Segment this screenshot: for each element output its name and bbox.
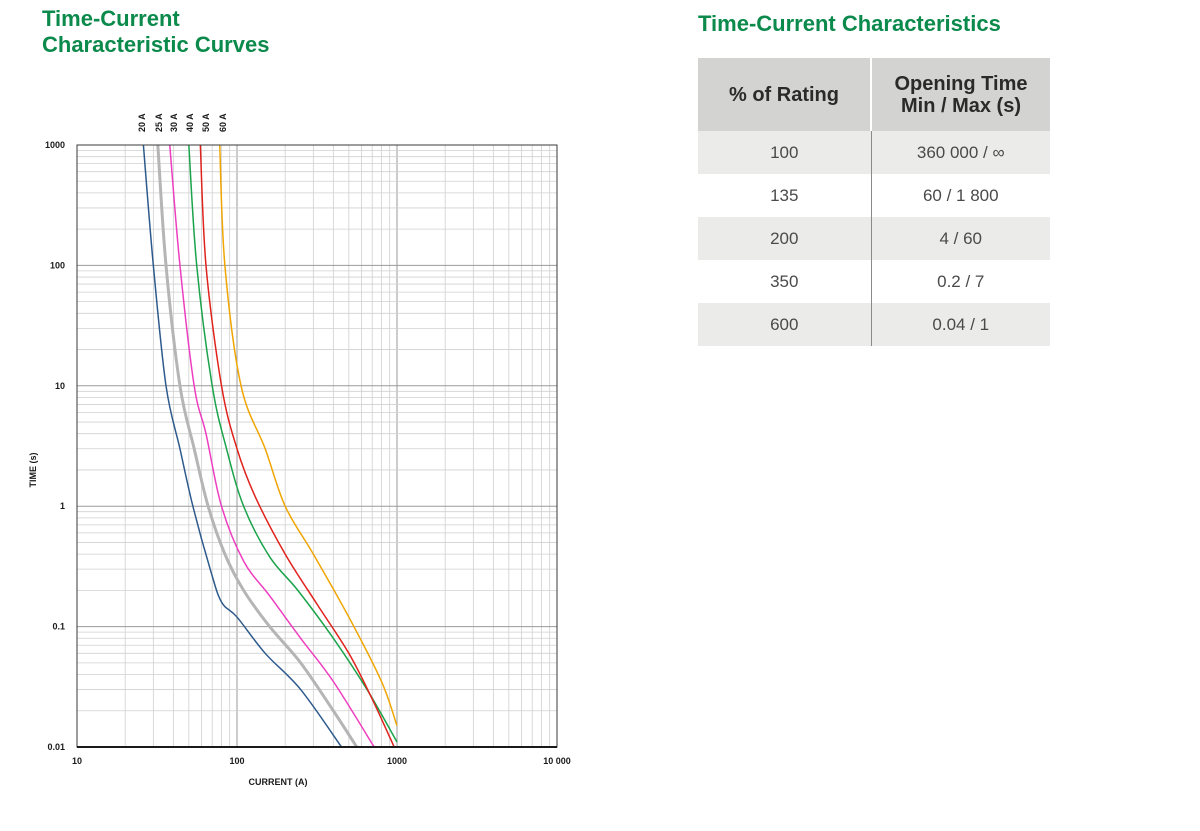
y-tick-label: 0.1 [52,622,65,632]
y-tick-label: 10 [55,381,65,391]
y-tick-label: 1 [60,501,65,511]
time-current-table: % of Rating Opening Time Min / Max (s) 1… [698,58,1050,346]
cell-opening-time: 0.2 / 7 [871,260,1050,303]
cell-opening-time: 60 / 1 800 [871,174,1050,217]
header-rating: % of Rating [698,58,872,131]
chart-series-labels: 20 A 25 A 30 A 40 A 50 A 60 A [137,113,228,132]
x-tick-label: 10 000 [543,756,571,766]
chart-grid [76,145,557,748]
y-tick-label: 0.01 [47,742,65,752]
cell-rating: 350 [698,260,872,303]
table-row: 135 60 / 1 800 [698,174,1050,217]
cell-rating: 100 [698,131,872,174]
cell-opening-time: 0.04 / 1 [871,303,1050,346]
series-label: 50 A [201,113,211,132]
table-row: 200 4 / 60 [698,217,1050,260]
curve-25a [156,144,358,748]
series-label: 20 A [137,113,147,132]
series-label: 25 A [154,113,164,132]
cell-opening-time: 360 000 / ∞ [871,131,1050,174]
time-current-chart: 10 100 1000 10 000 1000 100 10 1 0.1 0.01 20 A 25 … [28,113,571,787]
series-label: 40 A [185,113,195,132]
table-row: 350 0.2 / 7 [698,260,1050,303]
x-axis-label: CURRENT (A) [249,777,308,787]
chart-frame [76,144,558,748]
curve-30a [169,144,375,748]
series-label: 30 A [169,113,179,132]
table-row: 100 360 000 / ∞ [698,131,1050,174]
chart-curves [142,144,398,748]
cell-rating: 135 [698,174,872,217]
x-tick-label: 1000 [387,756,407,766]
plot-border [76,144,558,748]
curve-60a [218,144,398,727]
y-tick-label: 100 [50,260,65,270]
table-header-row: % of Rating Opening Time Min / Max (s) [698,58,1050,131]
y-axis-label: TIME (s) [28,452,38,487]
table-row: 600 0.04 / 1 [698,303,1050,346]
x-tick-label: 10 [72,756,82,766]
series-label: 60 A [218,113,228,132]
cell-opening-time: 4 / 60 [871,217,1050,260]
cell-rating: 200 [698,217,872,260]
y-tick-label: 1000 [45,140,65,150]
cell-rating: 600 [698,303,872,346]
x-tick-label: 100 [229,756,244,766]
table-title: Time-Current Characteristics [698,11,1001,36]
header-opening-time: Opening Time Min / Max (s) [871,58,1050,131]
